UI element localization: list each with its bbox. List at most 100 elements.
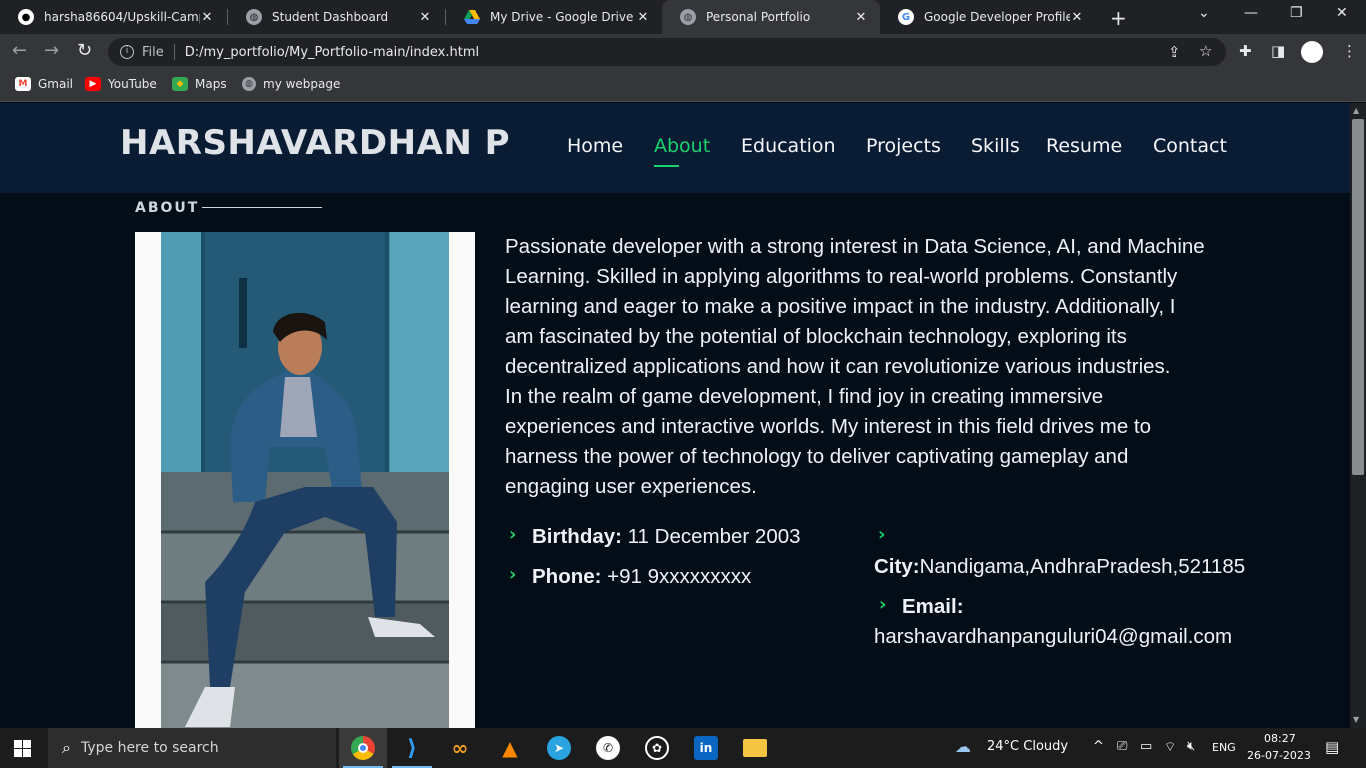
site-logo[interactable]: HARSHAVARDHAN P xyxy=(120,123,510,163)
battery-icon[interactable]: ▭ xyxy=(1140,739,1152,754)
share-icon[interactable]: ⇪ xyxy=(1168,43,1181,61)
bookmarks-bar: M Gmail ▶ YouTube ◆ Maps ◍ my webpage xyxy=(0,70,1366,102)
tab-google-drive[interactable]: My Drive - Google Drive ✕ xyxy=(446,0,662,34)
infinity-icon: ∞ xyxy=(451,736,469,760)
fact-label: City: xyxy=(874,555,920,578)
bookmark-my-webpage[interactable]: ◍ my webpage xyxy=(242,77,340,91)
language-indicator[interactable]: ENG xyxy=(1212,741,1236,754)
close-icon[interactable]: ✕ xyxy=(418,10,432,25)
scroll-up-icon[interactable]: ▲ xyxy=(1353,106,1359,115)
nav-contact[interactable]: Contact xyxy=(1153,135,1227,157)
bio-line: engaging user experiences. xyxy=(505,475,757,498)
windows-start-icon[interactable] xyxy=(14,740,31,757)
reload-icon[interactable]: ↻ xyxy=(77,40,92,61)
nav-home[interactable]: Home xyxy=(567,135,623,157)
weather-cloud-icon[interactable]: ☁ xyxy=(955,737,971,756)
telegram-icon: ➤ xyxy=(547,736,571,760)
tab-title: Personal Portfolio xyxy=(706,10,811,24)
fact-email-value[interactable]: harshavardhanpanguluri04@gmail.com xyxy=(874,622,1232,652)
new-tab-plus-icon[interactable]: + xyxy=(1110,6,1127,30)
meet-now-icon[interactable]: ⎚ xyxy=(1117,739,1127,754)
maximize-icon[interactable]: ❐ xyxy=(1290,5,1303,21)
window-close-icon[interactable]: ✕ xyxy=(1336,5,1348,21)
address-bar[interactable]: i File D:/my_portfolio/My_Portfolio-main… xyxy=(108,38,1226,66)
whatsapp-taskbar-icon[interactable]: ✆ xyxy=(584,728,632,768)
tab-personal-portfolio[interactable]: ◍ Personal Portfolio ✕ xyxy=(662,0,880,34)
info-icon[interactable]: i xyxy=(120,45,134,59)
copilot-taskbar-icon[interactable]: ∞ xyxy=(436,728,484,768)
close-icon[interactable]: ✕ xyxy=(200,10,214,25)
fact-label: Birthday: xyxy=(532,525,622,548)
bookmark-label: Gmail xyxy=(38,77,74,91)
nav-about[interactable]: About xyxy=(654,135,710,157)
browser-tab-strip: ● harsha86604/Upskill-Campus ✕ ◍ Student… xyxy=(0,0,1366,34)
chip-divider xyxy=(173,44,175,60)
github-icon: ● xyxy=(18,9,34,25)
tab-title: harsha86604/Upskill-Campus xyxy=(44,10,200,24)
file-explorer-taskbar-icon[interactable] xyxy=(731,728,779,768)
wifi-icon[interactable]: ⌔ xyxy=(1164,739,1176,755)
scrollbar-thumb[interactable] xyxy=(1352,119,1364,475)
nav-resume[interactable]: Resume xyxy=(1046,135,1122,157)
back-arrow-icon[interactable]: ← xyxy=(12,40,27,61)
chrome-icon xyxy=(351,736,375,760)
bookmark-youtube[interactable]: ▶ YouTube xyxy=(85,77,157,91)
fact-birthday: Birthday: 11 December 2003 xyxy=(532,522,801,552)
bio-line: harness the power of technology to deliv… xyxy=(505,445,1129,468)
vscode-icon: ⟩ xyxy=(406,735,418,761)
vlc-taskbar-icon[interactable]: ▲ xyxy=(486,728,534,768)
telegram-taskbar-icon[interactable]: ➤ xyxy=(535,728,583,768)
youtube-icon: ▶ xyxy=(85,77,101,91)
bookmark-maps[interactable]: ◆ Maps xyxy=(172,77,227,91)
close-icon[interactable]: ✕ xyxy=(854,10,868,25)
chatgpt-taskbar-icon[interactable]: ✿ xyxy=(633,728,681,768)
chevron-right-icon: › xyxy=(878,524,886,545)
tab-google-developer[interactable]: G Google Developer Profile | G ✕ xyxy=(880,0,1096,34)
extensions-puzzle-icon[interactable]: ✚ xyxy=(1239,42,1252,60)
nav-skills[interactable]: Skills xyxy=(971,135,1020,157)
bookmark-star-icon[interactable]: ☆ xyxy=(1199,42,1212,60)
clock-date[interactable]: 26-07-2023 xyxy=(1247,749,1311,762)
volume-muted-icon[interactable]: 🔇︎ xyxy=(1187,739,1195,754)
forward-arrow-icon[interactable]: → xyxy=(44,40,59,61)
linkedin-icon: in xyxy=(694,736,718,760)
vscode-taskbar-icon[interactable]: ⟩ xyxy=(388,728,436,768)
close-icon[interactable]: ✕ xyxy=(636,10,650,25)
chevron-right-icon: › xyxy=(879,594,887,615)
scroll-down-icon[interactable]: ▼ xyxy=(1353,715,1359,724)
bio-line: am fascinated by the potential of blockc… xyxy=(505,325,1127,348)
tab-github[interactable]: ● harsha86604/Upskill-Campus ✕ xyxy=(0,0,226,34)
clock-time[interactable]: 08:27 xyxy=(1264,732,1296,745)
profile-photo xyxy=(135,232,475,728)
bio-line: decentralized applications and how it ca… xyxy=(505,355,1171,378)
google-drive-icon xyxy=(464,9,480,25)
site-header: HARSHAVARDHAN P Home About Education Pro… xyxy=(0,103,1350,193)
fact-value: Nandigama,AndhraPradesh,521185 xyxy=(919,555,1246,578)
nav-education[interactable]: Education xyxy=(741,135,836,157)
address-url[interactable]: D:/my_portfolio/My_Portfolio-main/index.… xyxy=(185,45,479,60)
tab-search-chevron-icon[interactable]: ⌄ xyxy=(1198,5,1210,21)
section-title: ABOUT xyxy=(135,200,200,216)
active-nav-underline xyxy=(654,165,679,167)
bookmark-label: YouTube xyxy=(108,77,157,91)
nav-projects[interactable]: Projects xyxy=(866,135,941,157)
more-menu-icon[interactable]: ⋮ xyxy=(1342,42,1357,60)
chrome-taskbar-icon[interactable] xyxy=(339,728,387,768)
linkedin-taskbar-icon[interactable]: in xyxy=(682,728,730,768)
taskbar-search-placeholder: Type here to search xyxy=(80,740,219,756)
minimize-icon[interactable]: — xyxy=(1244,5,1258,21)
close-icon[interactable]: ✕ xyxy=(1070,10,1084,25)
side-panel-icon[interactable]: ◨ xyxy=(1271,42,1285,60)
tab-student-dashboard[interactable]: ◍ Student Dashboard ✕ xyxy=(228,0,444,34)
fact-city: City:Nandigama,AndhraPradesh,521185 xyxy=(874,552,1245,582)
section-title-rule xyxy=(202,207,322,208)
profile-avatar[interactable] xyxy=(1301,41,1323,63)
folder-icon xyxy=(743,739,767,757)
page-viewport: HARSHAVARDHAN P Home About Education Pro… xyxy=(0,103,1350,728)
weather-text[interactable]: 24°C Cloudy xyxy=(987,739,1068,754)
bookmark-gmail[interactable]: M Gmail xyxy=(15,77,73,91)
notifications-icon[interactable]: ▤ xyxy=(1325,738,1339,756)
taskbar-search[interactable]: ⌕ Type here to search xyxy=(48,728,336,768)
tab-title: Google Developer Profile | G xyxy=(924,10,1070,24)
tray-chevron-up-icon[interactable]: ^ xyxy=(1093,739,1104,754)
